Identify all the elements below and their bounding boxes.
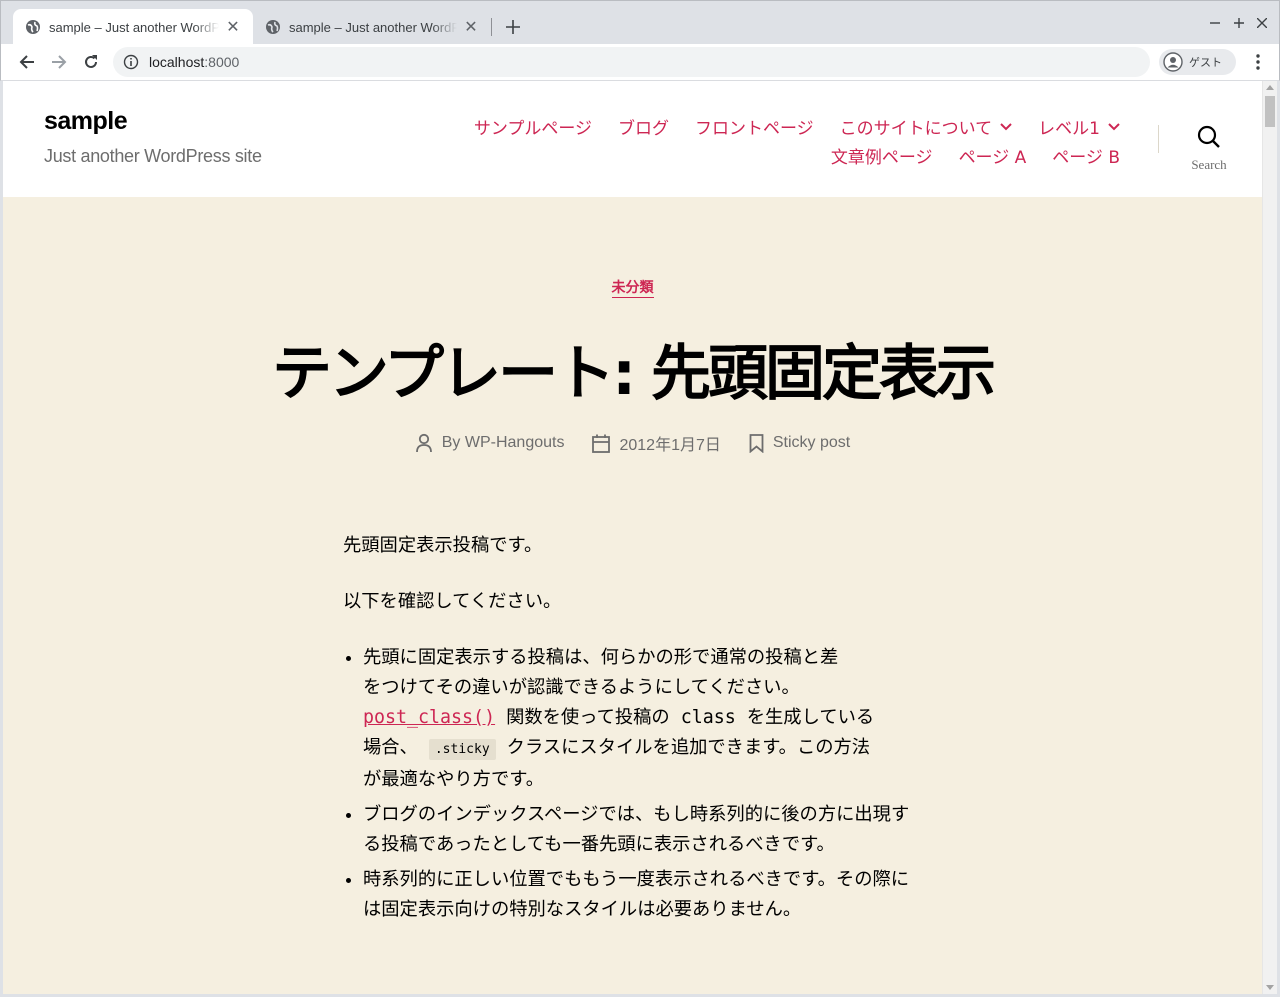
bullet-list: 先頭に固定表示する投稿は、何らかの形で通常の投稿と差 をつけてその違いが認識でき…	[343, 643, 923, 925]
list-text: をつけてその違いが認識できるようにしてください。	[363, 677, 800, 698]
url-host: localhost	[149, 54, 205, 70]
menu-item-front-page[interactable]: フロントページ	[695, 114, 814, 139]
primary-menu-row-2: 文章例ページ ページ A ページ B	[831, 143, 1120, 168]
search-button[interactable]: Search	[1181, 125, 1237, 175]
menu-item-label: ページ B	[1052, 148, 1120, 168]
menu-item-example-text[interactable]: 文章例ページ	[831, 143, 933, 168]
list-text: 場合、	[363, 737, 418, 758]
chevron-down-icon[interactable]	[1000, 122, 1012, 131]
post-date[interactable]: 2012年1月7日	[592, 431, 721, 455]
maximize-icon[interactable]	[1229, 13, 1249, 33]
reload-icon[interactable]	[78, 49, 104, 75]
tab-strip: sample – Just another WordPress site ✕ s…	[0, 0, 1280, 45]
primary-menu-row-1: サンプルページ ブログ フロントページ このサイトについて レベル1	[474, 114, 1120, 139]
calendar-icon	[592, 434, 611, 453]
inline-code: .sticky	[428, 739, 496, 760]
menu-item-label: サンプルページ	[473, 119, 592, 139]
list-text: が最適なやり方です。	[363, 769, 544, 790]
chevron-down-icon[interactable]	[1108, 122, 1120, 131]
author-label: By WP-Hangouts	[441, 434, 565, 451]
bookmark-icon	[749, 433, 764, 453]
page-scrollbar[interactable]	[1262, 81, 1277, 994]
tab-inactive[interactable]: sample – Just another WordPress site ✕	[253, 9, 491, 45]
scroll-up-arrow-icon[interactable]	[1266, 85, 1274, 90]
menu-item-label: このサイトについて	[839, 119, 993, 139]
plus-icon[interactable]	[501, 15, 525, 39]
menu-item-label: レベル1	[1038, 119, 1100, 139]
menu-item-label: 文章例ページ	[830, 148, 933, 168]
menu-item-blog[interactable]: ブログ	[618, 114, 669, 139]
close-icon[interactable]	[1252, 13, 1272, 33]
tab-close-icon[interactable]: ✕	[463, 19, 479, 36]
info-icon[interactable]	[123, 54, 139, 70]
minimize-icon[interactable]	[1205, 13, 1225, 33]
site-header: sample Just another WordPress site サンプルペ…	[3, 81, 1262, 197]
tab-title: sample – Just another WordPress site	[289, 19, 457, 35]
list-item: 先頭に固定表示する投稿は、何らかの形で通常の投稿と差 をつけてその違いが認識でき…	[363, 643, 923, 795]
list-item: 時系列的に正しい位置でももう一度表示されるべきです。その際には固定表示向けの特別…	[363, 865, 923, 925]
post-author[interactable]: By WP-Hangouts	[415, 431, 565, 455]
menu-item-level-1[interactable]: レベル1	[1038, 114, 1120, 139]
date-label: 2012年1月7日	[619, 437, 721, 454]
post-title: テンプレート: 先頭固定表示	[271, 339, 996, 409]
scroll-down-arrow-icon[interactable]	[1266, 985, 1274, 990]
profile-button[interactable]: ゲスト	[1159, 49, 1236, 75]
menu-item-label: フロントページ	[695, 119, 814, 139]
paragraph: 以下を確認してください。	[343, 591, 562, 612]
category-link[interactable]: 未分類	[611, 280, 654, 298]
menu-dots-icon[interactable]	[1245, 49, 1271, 75]
search-icon	[1197, 125, 1220, 148]
menu-item-label: ページ A	[958, 148, 1027, 168]
post-content: 先頭固定表示投稿です。 以下を確認してください。 先頭に固定表示する投稿は、何ら…	[343, 531, 923, 930]
search-label: Search	[1191, 157, 1227, 172]
header-divider	[1158, 125, 1159, 153]
menu-item-page-b[interactable]: ページ B	[1052, 143, 1120, 168]
paragraph: 先頭固定表示投稿です。	[343, 535, 543, 556]
globe-icon	[266, 20, 280, 34]
back-icon[interactable]	[14, 49, 40, 75]
list-text: クラスにスタイルを追加できます。この方法	[495, 737, 871, 758]
tab-close-icon[interactable]: ✕	[225, 19, 241, 36]
post-category: 未分類	[3, 277, 1262, 298]
forward-icon[interactable]	[46, 49, 72, 75]
post-meta: By WP-Hangouts 2012年1月7日 Sticky post	[3, 431, 1262, 455]
scrollbar-thumb[interactable]	[1265, 96, 1275, 127]
list-item: ブログのインデックスページでは、もし時系列的に後の方に出現する投稿であったとして…	[363, 800, 923, 860]
profile-label: ゲスト	[1189, 56, 1222, 69]
tab-separator	[491, 18, 492, 36]
menu-item-page-a[interactable]: ページ A	[959, 143, 1027, 168]
globe-icon	[26, 20, 40, 34]
menu-item-about[interactable]: このサイトについて	[840, 114, 1013, 139]
tab-title: sample – Just another WordPress site	[49, 19, 219, 35]
tab-active[interactable]: sample – Just another WordPress site ✕	[13, 9, 253, 45]
avatar-icon	[1163, 52, 1183, 72]
list-text: 先頭に固定表示する投稿は、何らかの形で通常の投稿と差	[363, 647, 839, 668]
address-bar[interactable]: localhost:8000	[113, 47, 1150, 77]
url-port: :8000	[204, 54, 240, 70]
user-icon	[415, 433, 432, 453]
list-text: 関数を使って投稿の class を生成している	[495, 707, 875, 728]
menu-item-label: ブログ	[618, 119, 669, 139]
page-viewport: sample Just another WordPress site サンプルペ…	[3, 81, 1262, 994]
menu-item-sample-page[interactable]: サンプルページ	[474, 114, 592, 139]
site-description: Just another WordPress site	[44, 146, 262, 166]
browser-toolbar: localhost:8000 ゲスト	[0, 44, 1280, 81]
sticky-label: Sticky post	[772, 434, 851, 451]
post-class-link[interactable]: post_class()	[363, 707, 495, 728]
site-title[interactable]: sample	[44, 107, 128, 136]
post-sticky: Sticky post	[749, 431, 850, 455]
